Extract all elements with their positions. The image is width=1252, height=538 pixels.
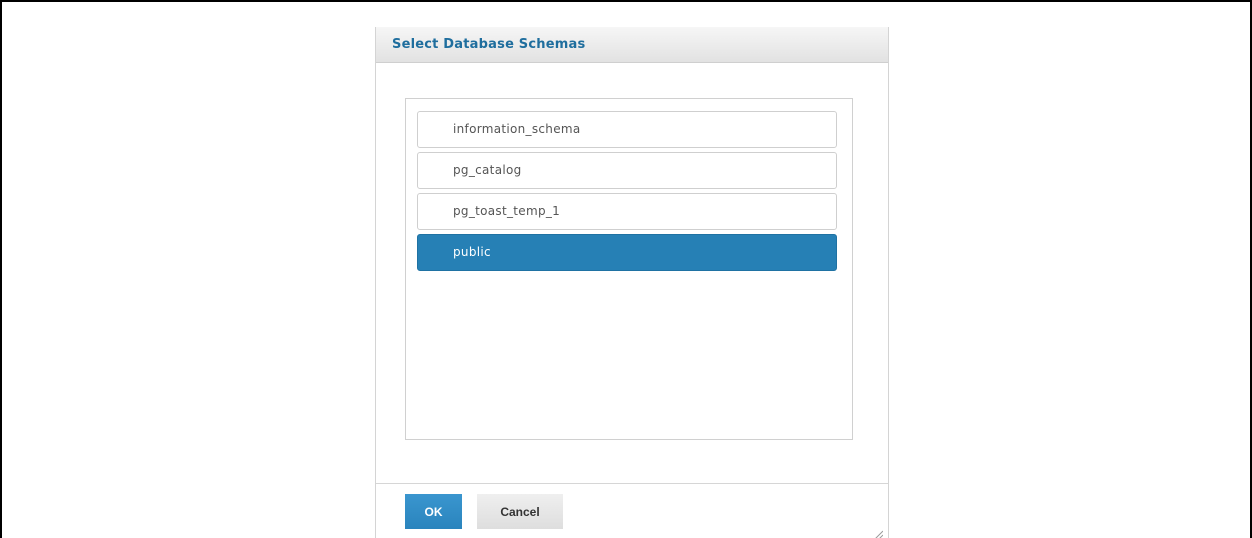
select-schemas-dialog: Select Database Schemas information_sche… [375,27,889,538]
ok-button[interactable]: OK [405,494,462,529]
schema-item-public[interactable]: public [417,234,837,271]
page: Select Database Schemas information_sche… [0,0,1252,538]
schema-item-label: pg_catalog [453,163,522,177]
dialog-header[interactable]: Select Database Schemas [376,27,888,63]
schema-item-information-schema[interactable]: information_schema [417,111,837,148]
dialog-footer: OK Cancel [376,483,888,538]
cancel-button[interactable]: Cancel [477,494,563,529]
window-frame-top [0,0,1252,2]
schema-item-label: pg_toast_temp_1 [453,204,561,218]
schema-item-label: information_schema [453,122,581,136]
resize-grip-icon[interactable] [873,524,884,538]
schema-item-pg-catalog[interactable]: pg_catalog [417,152,837,189]
schema-list[interactable]: information_schema pg_catalog pg_toast_t… [405,98,853,440]
schema-item-pg-toast-temp-1[interactable]: pg_toast_temp_1 [417,193,837,230]
schema-item-label: public [453,245,491,259]
dialog-title: Select Database Schemas [392,37,586,52]
window-frame-left [0,0,2,538]
